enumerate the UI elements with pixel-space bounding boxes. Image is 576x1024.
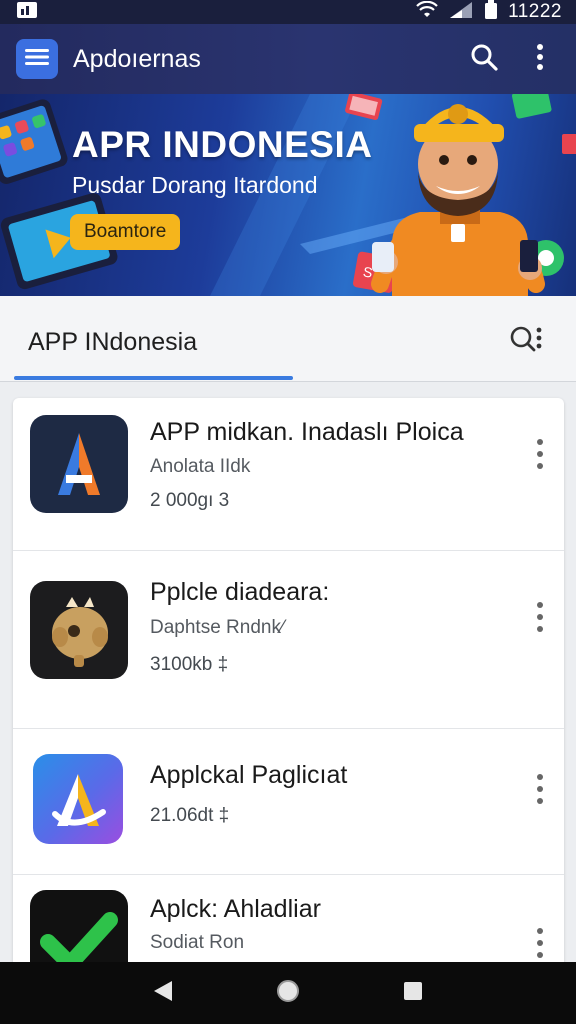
status-bar: 11222 (0, 0, 576, 24)
tab-app-indonesia[interactable]: APP INdonesia (28, 328, 197, 357)
signal-icon (448, 1, 474, 24)
menu-button[interactable] (16, 39, 58, 79)
more-vert-icon (536, 438, 544, 475)
list-item[interactable]: Applckal Paglicıat 21.06dt ‡ (13, 729, 564, 875)
search-more-icon (509, 325, 543, 360)
recents-icon (402, 980, 424, 1007)
system-nav-bar (0, 962, 576, 1024)
item-more-button[interactable] (525, 771, 555, 811)
home-icon (275, 978, 301, 1009)
more-vert-icon (536, 773, 544, 810)
more-vert-icon (536, 43, 544, 76)
mascot (371, 104, 545, 296)
back-icon (152, 979, 174, 1008)
app-meta: 21.06dt ‡ (150, 805, 230, 826)
banner-subtitle: Pusdar Dorang Itardond (72, 172, 318, 198)
app-meta: 2 000ɡı 3 (150, 490, 230, 511)
notification-icon (16, 0, 38, 25)
app-title: APP midkan. Inadaslı Ploica (150, 418, 464, 446)
app-subtitle: Daphtse Rndnk⁄ (150, 617, 285, 638)
app-subtitle: Anolata IIdk (150, 456, 251, 477)
tab-indicator (14, 376, 293, 380)
home-button[interactable] (268, 973, 308, 1013)
tab-header: APP INdonesia (0, 296, 576, 382)
app-title: Pplcle diadeara: (150, 578, 330, 606)
app-list: APP midkan. Inadaslı Ploica Anolata IIdk… (13, 398, 564, 998)
app-title: Aplck: Ahladliar (150, 895, 321, 923)
letter-a-orange-icon (30, 415, 128, 513)
more-vert-icon (536, 927, 544, 964)
wifi-icon (416, 0, 438, 24)
screen: 11222 Apdoıernas S APR INDONESIA Pusdar … (0, 0, 576, 1024)
promo-banner[interactable]: S APR INDONESIA Pusdar Dorang Itardond B… (0, 94, 576, 296)
search-icon (470, 43, 498, 76)
banner-store-button[interactable]: Boamtore (70, 214, 181, 250)
app-subtitle: Sodiat Ron (150, 932, 245, 953)
gold-creature-icon (30, 581, 128, 679)
search-button[interactable] (464, 39, 504, 79)
tab-search-button[interactable] (506, 322, 546, 362)
banner-title: APR INDONESIA (72, 124, 373, 165)
letter-a-gradient-icon (33, 754, 123, 844)
list-item[interactable]: Pplcle diadeara: Daphtse Rndnk⁄ 3100kb ‡ (13, 551, 564, 729)
status-time: 11222 (508, 1, 562, 22)
more-options-button[interactable] (520, 39, 560, 79)
app-title: Apdoıernas (73, 44, 201, 73)
app-bar: Apdoıernas (0, 24, 576, 94)
list-item[interactable]: APP midkan. Inadaslı Ploica Anolata IIdk… (13, 398, 564, 551)
recents-button[interactable] (393, 973, 433, 1013)
status-left (16, 0, 38, 25)
app-meta: 3100kb ‡ (150, 654, 229, 675)
more-vert-icon (536, 601, 544, 638)
battery-icon (484, 0, 498, 25)
menu-icon (25, 47, 49, 72)
app-title: Applckal Paglicıat (150, 761, 348, 789)
status-right: 11222 (416, 0, 562, 25)
item-more-button[interactable] (525, 436, 555, 476)
item-more-button[interactable] (525, 599, 555, 639)
item-more-button[interactable] (525, 925, 555, 965)
back-button[interactable] (143, 973, 183, 1013)
